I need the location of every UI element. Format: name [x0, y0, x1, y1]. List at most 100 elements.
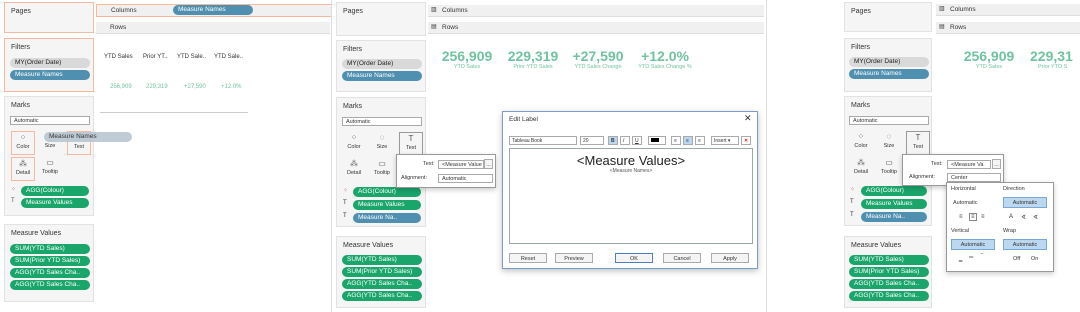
tooltip-button[interactable]: ▭ Tooltip: [878, 157, 900, 179]
wrap-on[interactable]: On: [1031, 256, 1038, 262]
drag-pill-measure-names[interactable]: Measure Names: [44, 132, 132, 142]
text-field-value[interactable]: <Measure Va: [947, 160, 991, 169]
tooltip-button[interactable]: ▭ Tooltip: [371, 158, 393, 180]
text-edit-button[interactable]: ...: [992, 159, 1001, 169]
measure-pill[interactable]: SUM(YTD Sales): [342, 255, 422, 265]
measure-pill[interactable]: SUM(Prior YTD Sales): [10, 256, 90, 266]
wrap-automatic-button[interactable]: Automatic: [1003, 239, 1047, 250]
reset-button[interactable]: Reset: [509, 253, 547, 263]
horizontal-automatic[interactable]: Automatic: [953, 200, 977, 206]
bold-button[interactable]: B: [608, 136, 618, 145]
align-center-icon[interactable]: ≡: [969, 213, 977, 221]
mark-pill-colour[interactable]: AGG(Colour): [353, 187, 421, 197]
align-left-icon[interactable]: ≡: [959, 214, 963, 220]
mark-pill-measure-values[interactable]: Measure Values: [353, 200, 421, 210]
vertical-automatic-button[interactable]: Automatic: [951, 239, 995, 250]
filter-pill-measure-names[interactable]: Measure Names: [342, 71, 422, 81]
columns-label: Columns: [111, 7, 137, 14]
alignment-select[interactable]: Automatic: [438, 174, 493, 183]
size-button[interactable]: ◌ Size: [878, 131, 900, 153]
color-label: Color: [854, 143, 868, 149]
table-value: +12.0%: [221, 84, 242, 90]
direction-horizontal-icon[interactable]: A: [1009, 214, 1013, 220]
measure-pill[interactable]: AGG(YTD Sales Cha..: [342, 291, 422, 301]
italic-button[interactable]: I: [620, 136, 630, 145]
detail-button[interactable]: ⁂ Detail: [343, 158, 365, 180]
clear-button[interactable]: ✕: [741, 136, 751, 145]
columns-shelf[interactable]: ▥ Columns: [936, 4, 1080, 16]
valign-middle-icon[interactable]: ═: [969, 255, 973, 261]
cancel-button[interactable]: Cancel: [663, 253, 701, 263]
columns-shelf[interactable]: Columns Measure Names: [96, 4, 332, 17]
text-button[interactable]: T Text: [906, 131, 930, 155]
valign-top-icon[interactable]: ‗: [959, 256, 962, 262]
mark-type-select[interactable]: Automatic: [342, 117, 422, 126]
insert-button[interactable]: Insert ▾: [711, 136, 739, 145]
filter-pill-date[interactable]: MY(Order Date): [849, 57, 929, 67]
rows-shelf[interactable]: ▤ Rows: [936, 22, 1080, 34]
align-left-button[interactable]: ≡: [671, 136, 681, 145]
apply-button[interactable]: Apply: [711, 253, 749, 263]
text-field-value[interactable]: <Measure Value: [438, 160, 484, 169]
tooltip-button[interactable]: ▭ Tooltip: [39, 157, 61, 179]
close-icon[interactable]: ✕: [744, 113, 752, 124]
table-value: +27,590: [184, 84, 206, 90]
wrap-off[interactable]: Off: [1013, 256, 1020, 262]
color-button[interactable]: ⁘ Color: [850, 131, 872, 153]
mark-type-select[interactable]: Automatic: [10, 116, 90, 125]
color-icon: ⁘: [350, 133, 358, 142]
measure-pill[interactable]: SUM(YTD Sales): [10, 244, 90, 254]
filter-pill-date[interactable]: MY(Order Date): [10, 58, 90, 68]
valign-bottom-icon[interactable]: ‾: [981, 254, 983, 260]
preview-button[interactable]: Preview: [555, 253, 593, 263]
ok-button[interactable]: OK: [615, 253, 653, 263]
color-button[interactable]: ⁘ Color: [11, 131, 35, 155]
rows-shelf[interactable]: Rows: [96, 22, 330, 34]
direction-down-icon[interactable]: ∢: [1033, 214, 1038, 221]
color-button[interactable]: ⁘ Color: [343, 132, 365, 154]
rows-shelf[interactable]: Rows ▤: [428, 22, 764, 34]
filter-pill-measure-names[interactable]: Measure Names: [849, 69, 929, 79]
measure-pill[interactable]: SUM(YTD Sales): [849, 255, 929, 265]
mark-pill-measure-values[interactable]: Measure Values: [861, 199, 927, 209]
mark-pill-measure-names[interactable]: Measure Na..: [861, 212, 927, 222]
alignment-select[interactable]: Center: [947, 173, 1001, 182]
align-right-button[interactable]: ≡: [695, 136, 705, 145]
measure-pill[interactable]: AGG(YTD Sales Cha..: [10, 280, 90, 290]
align-center-button[interactable]: ≡: [683, 136, 693, 145]
detail-button[interactable]: ⁂ Detail: [850, 157, 872, 179]
columns-shelf[interactable]: Columns ▥: [428, 5, 764, 17]
measure-pill[interactable]: SUM(Prior YTD Sales): [849, 267, 929, 277]
mark-pill-colour[interactable]: AGG(Colour): [21, 186, 89, 196]
underline-button[interactable]: U: [632, 136, 642, 145]
align-right-icon[interactable]: ≡: [981, 214, 985, 220]
mark-pill-measure-names[interactable]: Measure Na..: [353, 213, 421, 223]
size-button[interactable]: ◌ Size: [371, 132, 393, 154]
font-color-button[interactable]: [648, 136, 666, 145]
wrap-label: Wrap: [1003, 228, 1017, 234]
columns-pill-measure-names[interactable]: Measure Names: [173, 5, 253, 15]
mark-type-select[interactable]: Automatic: [849, 116, 929, 125]
font-size-select[interactable]: 20: [580, 136, 604, 145]
measure-pill[interactable]: AGG(YTD Sales Cha..: [849, 291, 929, 301]
font-select[interactable]: Tableau Book: [509, 136, 577, 145]
direction-up-icon[interactable]: ∢: [1021, 214, 1026, 221]
mark-pill-measure-values[interactable]: Measure Values: [21, 198, 89, 208]
direction-automatic-button[interactable]: Automatic: [1003, 197, 1047, 208]
kpi-prior-ytd-sales: 229,319 Prior YTD Sales: [498, 48, 568, 70]
measure-pill[interactable]: AGG(YTD Sales Cha..: [342, 279, 422, 289]
measure-pill[interactable]: AGG(YTD Sales Cha..: [849, 279, 929, 289]
label-editor[interactable]: <Measure Values> <Measure Names>: [509, 148, 753, 244]
table-header: Prior YT..: [143, 54, 168, 60]
filter-pill-date[interactable]: MY(Order Date): [342, 59, 422, 69]
filter-pill-measure-names[interactable]: Measure Names: [10, 70, 90, 80]
kpi-ytd-sales: 256,909 YTD Sales: [432, 48, 502, 70]
measure-pill[interactable]: AGG(YTD Sales Cha..: [10, 268, 90, 278]
text-edit-button[interactable]: ...: [484, 159, 493, 169]
detail-icon: ⁂: [350, 159, 358, 168]
measure-pill[interactable]: SUM(Prior YTD Sales): [342, 267, 422, 277]
detail-button[interactable]: ⁂ Detail: [11, 157, 35, 181]
mark-pill-colour[interactable]: AGG(Colour): [861, 186, 927, 196]
text-button[interactable]: T Text: [399, 132, 423, 156]
vertical-label: Vertical: [951, 228, 970, 234]
